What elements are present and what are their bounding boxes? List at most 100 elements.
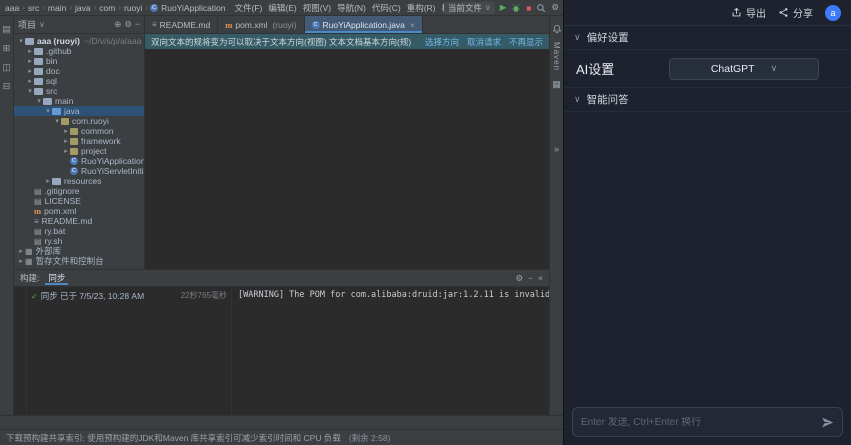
menu-item[interactable]: 重构(R): [404, 2, 439, 14]
notification-action[interactable]: 不再显示: [509, 36, 543, 48]
tree-item[interactable]: ▸bin: [14, 56, 144, 66]
build-tab-sync[interactable]: 同步: [45, 271, 68, 285]
model-select[interactable]: ChatGPT ∨: [669, 58, 819, 80]
editor-tab[interactable]: CRuoYiApplication.java×: [305, 16, 423, 33]
chat-input-field[interactable]: [581, 417, 815, 428]
share-button[interactable]: 分享: [778, 5, 813, 20]
menu-item[interactable]: 导航(N): [334, 2, 369, 14]
project-icon[interactable]: ▤: [2, 24, 11, 35]
tree-item[interactable]: CRuoYiServletInitializ...: [14, 166, 144, 176]
folder-icon: [34, 88, 43, 95]
run-button[interactable]: ▶: [500, 2, 507, 13]
chat-input[interactable]: [572, 407, 843, 437]
settings-button[interactable]: ⚙: [551, 2, 559, 13]
breadcrumb-item[interactable]: main: [47, 3, 67, 13]
run-config-select[interactable]: 当前文件 ∨: [444, 2, 495, 14]
class-icon: C: [312, 21, 320, 29]
tree-item[interactable]: ▸▦外部库: [14, 246, 144, 256]
section-preferences[interactable]: ∨ 偏好设置: [564, 26, 851, 50]
tree-item[interactable]: ▸resources: [14, 176, 144, 186]
tree-item[interactable]: ▸framework: [14, 136, 144, 146]
tree-item-label: bin: [46, 56, 57, 66]
tree-item-label: ry.bat: [45, 226, 66, 236]
tree-item[interactable]: ▤ry.sh: [14, 236, 144, 246]
close-icon[interactable]: ×: [538, 273, 543, 284]
maven-icon: m: [225, 20, 232, 30]
export-button[interactable]: 导出: [731, 5, 766, 20]
status-countdown: (剩余 2:58): [349, 432, 391, 444]
plus-icon[interactable]: ⊕: [114, 19, 121, 30]
debug-button[interactable]: [511, 3, 521, 13]
maven-icon: m: [34, 206, 41, 216]
editor-notification: 双向文本的规将变为可以取决于文本方向(视图) 文本文档基本方向(规) 选择方向取…: [145, 34, 549, 49]
minus-icon[interactable]: −: [135, 19, 140, 30]
tree-item[interactable]: mpom.xml: [14, 206, 144, 216]
status-message-text: 下载预构建共享索引: 使用预构建的JDK和Maven 库共享索引可减少索引时间和…: [6, 432, 341, 444]
tree-item-label: 暂存文件和控制台: [36, 256, 104, 266]
notification-action[interactable]: 选择方向: [425, 36, 459, 48]
breadcrumb-item[interactable]: java: [74, 3, 92, 13]
tree-item[interactable]: CRuoYiApplication: [14, 156, 144, 166]
breadcrumb-item[interactable]: RuoYiApplication: [160, 3, 226, 13]
tree-item[interactable]: ▾main: [14, 96, 144, 106]
account-avatar[interactable]: a: [825, 5, 841, 21]
tree-item[interactable]: ▤ry.bat: [14, 226, 144, 236]
editor-tab[interactable]: mpom.xml(ruoyi): [218, 16, 304, 33]
breadcrumb-item[interactable]: aaa: [4, 3, 20, 13]
build-panel-body: ✓ 同步 已于 7/5/23, 10:28 AM 22秒765毫秒 [WARNI…: [14, 287, 549, 415]
tree-chevron-icon: ▸: [17, 247, 25, 255]
maven-tool-button[interactable]: Maven: [552, 42, 561, 71]
app-root: aaa›src›main›java›com›ruoyi›CRuoYiApplic…: [0, 0, 851, 445]
tree-item[interactable]: ▤.gitignore: [14, 186, 144, 196]
menu-item[interactable]: 文件(F): [232, 2, 266, 14]
menu-item[interactable]: 视图(V): [300, 2, 334, 14]
structure-icon[interactable]: ⊞: [3, 43, 11, 54]
section-qa[interactable]: ∨ 智能问答: [564, 88, 851, 112]
folder-icon: [34, 68, 43, 75]
tree-item[interactable]: ▸sql: [14, 76, 144, 86]
tree-item[interactable]: ▸common: [14, 126, 144, 136]
collapse-panel-icon[interactable]: »: [554, 144, 559, 154]
chat-area: [564, 112, 851, 401]
editor-tab[interactable]: ≡README.md: [145, 16, 218, 33]
tree-item[interactable]: ▤LICENSE: [14, 196, 144, 206]
gear-icon[interactable]: ⚙: [515, 273, 523, 284]
source-folder-icon: [52, 108, 61, 115]
search-button[interactable]: [536, 3, 546, 13]
menubar-toolbar: 当前文件 ∨ ▶ ■ ⚙: [444, 2, 559, 14]
tree-chevron-icon: ▸: [44, 177, 52, 185]
menu-item[interactable]: 代码(C): [369, 2, 404, 14]
tool-window-bar: [0, 415, 563, 429]
code-editor[interactable]: [145, 49, 549, 269]
tree-item-label: sql: [46, 76, 57, 86]
database-icon[interactable]: ▦: [552, 79, 561, 90]
commit-icon[interactable]: ◫: [2, 62, 11, 73]
paper-plane-icon: [821, 416, 834, 429]
menu-item[interactable]: 编辑(E): [265, 2, 299, 14]
tree-item[interactable]: ▾src: [14, 86, 144, 96]
notifications-bell-icon[interactable]: [552, 24, 562, 34]
send-button[interactable]: [821, 416, 834, 429]
close-icon[interactable]: ×: [410, 20, 415, 30]
check-icon: ✓: [31, 292, 38, 301]
gear-icon[interactable]: ⚙: [124, 19, 132, 30]
breadcrumb-item[interactable]: src: [27, 3, 40, 13]
breadcrumb-item[interactable]: com: [98, 3, 116, 13]
build-panel-title: 构建:: [20, 272, 39, 284]
tree-item[interactable]: ▸.github: [14, 46, 144, 56]
tree-item[interactable]: ≡README.md: [14, 216, 144, 226]
breadcrumb-item[interactable]: ruoyi: [123, 3, 143, 13]
services-icon[interactable]: ⊟: [3, 81, 11, 92]
notification-action[interactable]: 取消请求: [467, 36, 501, 48]
minimize-icon[interactable]: −: [528, 273, 533, 284]
tree-item[interactable]: ▸project: [14, 146, 144, 156]
breadcrumb-separator: ›: [94, 3, 97, 12]
build-tree-item[interactable]: ✓ 同步 已于 7/5/23, 10:28 AM: [31, 290, 144, 302]
tree-item[interactable]: ▾java: [14, 106, 144, 116]
tree-item[interactable]: ▾com.ruoyi: [14, 116, 144, 126]
tree-item[interactable]: ▸▦暂存文件和控制台: [14, 256, 144, 266]
second-row: 项目 ∨ ⊕⚙− ≡README.mdmpom.xml(ruoyi)CRuoYi…: [14, 16, 549, 34]
tree-item[interactable]: ▾aaa (ruoyi)~/D/v/s/p/a/aaa: [14, 36, 144, 46]
tree-item[interactable]: ▸doc: [14, 66, 144, 76]
stop-button[interactable]: ■: [526, 3, 531, 13]
